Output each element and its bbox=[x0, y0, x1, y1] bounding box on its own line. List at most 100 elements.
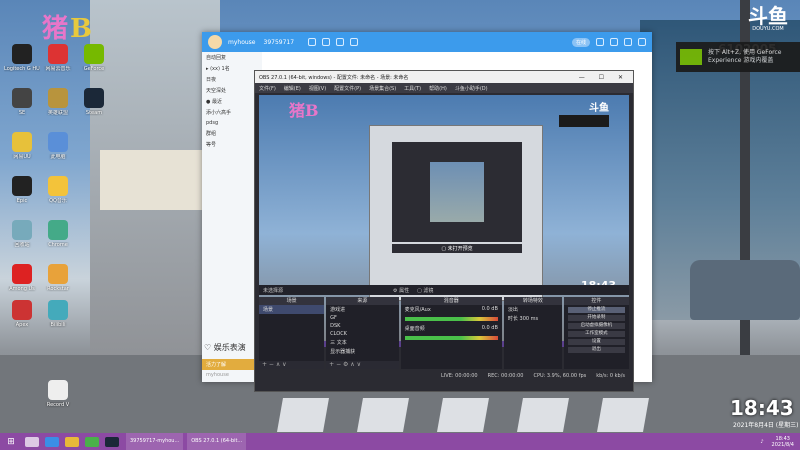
desktop-icon[interactable]: 回收站 bbox=[4, 220, 40, 248]
edge-icon[interactable] bbox=[45, 436, 59, 447]
desktop-icon[interactable]: Steam bbox=[76, 88, 112, 116]
obs-menu-item[interactable]: 编辑(E) bbox=[284, 85, 301, 92]
start-button[interactable]: ⊞ bbox=[0, 437, 22, 447]
sources-item[interactable]: 游戏进 bbox=[326, 305, 398, 314]
desktop-icon[interactable]: Epic bbox=[4, 176, 40, 204]
volume-meter[interactable] bbox=[404, 317, 498, 321]
obs-window[interactable]: OBS 27.0.1 (64-bit, windows) - 配置文件: 未命名… bbox=[254, 70, 634, 392]
chat-sidebar-item[interactable]: 天空深处 bbox=[202, 85, 262, 96]
desktop-icon[interactable]: Rockstar bbox=[40, 264, 76, 292]
filters-button[interactable]: ▢ 滤镜 bbox=[417, 287, 433, 294]
sources-footer-buttons[interactable]: + − ⚙ ∧ ∨ bbox=[326, 361, 399, 369]
chat-sidebar-item[interactable]: 自动回复 bbox=[202, 52, 262, 63]
desktop-icon-label: GeForce bbox=[83, 66, 105, 72]
control-button[interactable]: 设置 bbox=[567, 339, 625, 345]
sources-dock: 来源 游戏进 GF DSK CLOCK 三 文本 显示器捕获 + − ⚙ ∧ ∨ bbox=[326, 297, 399, 369]
tray-clock[interactable]: 18:43 2021/8/4 bbox=[772, 436, 794, 448]
app-icon bbox=[12, 44, 32, 64]
control-button[interactable]: 停止推流 bbox=[567, 307, 625, 313]
desktop-icon[interactable]: 此电脑 bbox=[40, 132, 76, 160]
desktop-icon[interactable]: 英雄联盟 bbox=[40, 88, 76, 116]
sources-item[interactable]: 显示器捕获 bbox=[326, 347, 398, 356]
emoji-button[interactable]: ♡ 娱乐表演 bbox=[202, 340, 262, 355]
desktop-icon[interactable]: Chrome bbox=[40, 220, 76, 248]
obs-menu-item[interactable]: 文件(F) bbox=[259, 85, 276, 92]
preview-logo: 猪B bbox=[289, 101, 319, 120]
video-icon[interactable] bbox=[322, 38, 331, 46]
background-store-sign bbox=[100, 150, 210, 210]
more-icon[interactable] bbox=[610, 38, 618, 46]
app-icon bbox=[48, 264, 68, 284]
desktop-icon-label: 网易云音乐 bbox=[45, 66, 71, 72]
desktop-icon-label: QQ音乐 bbox=[49, 198, 67, 204]
transition-type-select[interactable]: 淡出 bbox=[504, 305, 562, 314]
control-button[interactable]: 工作室模式 bbox=[567, 331, 625, 337]
desktop-clock: 18:43 bbox=[730, 396, 794, 420]
chrome-icon[interactable] bbox=[85, 436, 99, 447]
desktop-icon[interactable]: 网易云音乐 bbox=[40, 44, 76, 72]
desktop-icon[interactable]: Record V bbox=[40, 380, 76, 408]
desktop-icon[interactable]: Among Us bbox=[4, 264, 40, 292]
window-controls[interactable]: — ☐ ✕ bbox=[579, 74, 629, 81]
scenes-footer-buttons[interactable]: + − ∧ ∨ bbox=[259, 361, 325, 369]
obs-menu-item[interactable]: 配置文件(P) bbox=[334, 85, 361, 92]
folder-icon[interactable] bbox=[65, 436, 79, 447]
properties-button[interactable]: ⚙ 属性 bbox=[393, 287, 409, 294]
volume-icon[interactable]: ♪ bbox=[760, 439, 763, 445]
desktop-icon-label: 英雄联盟 bbox=[47, 110, 68, 116]
avatar[interactable] bbox=[208, 35, 222, 49]
obs-menu-item[interactable]: 斗鱼小助手(D) bbox=[455, 85, 488, 92]
search-icon[interactable] bbox=[25, 436, 39, 447]
activity-banner[interactable]: 活力了解 bbox=[202, 359, 262, 370]
steam-icon[interactable] bbox=[105, 436, 119, 447]
obs-menu-item[interactable]: 视图(V) bbox=[309, 85, 326, 92]
sources-item[interactable]: DSK bbox=[326, 322, 398, 330]
chat-sidebar: 自动回复 ▸ (xx) 1名 日夜 天空深处 ● 最近 添小六高手 pdsg 群组 等号 bbox=[202, 52, 262, 382]
chat-sidebar-item[interactable]: ▸ (xx) 1名 bbox=[202, 63, 262, 74]
obs-menu-item[interactable]: 帮助(H) bbox=[429, 85, 447, 92]
scenes-item[interactable]: 场景 bbox=[259, 305, 325, 314]
desktop-icon[interactable]: QQ音乐 bbox=[40, 176, 76, 204]
desktop-icon-label: Steam bbox=[85, 110, 103, 116]
preview-nested-window: ▢ 未打开预览 bbox=[369, 125, 543, 301]
chat-sidebar-item[interactable]: pdsg bbox=[202, 118, 262, 128]
obs-title: OBS 27.0.1 (64-bit, windows) - 配置文件: 未命名… bbox=[259, 74, 409, 81]
desktop-icon[interactable]: Apex bbox=[4, 300, 40, 328]
desktop-icon-label: Record V bbox=[46, 402, 70, 408]
control-button[interactable]: 退出 bbox=[567, 347, 625, 353]
desktop-icon[interactable]: Bilibili bbox=[40, 300, 76, 328]
desktop-icon[interactable]: 网易UU bbox=[4, 132, 40, 160]
taskbar-app-obs[interactable]: OBS 27.0.1 (64-bit... bbox=[187, 433, 247, 450]
volume-meter[interactable] bbox=[404, 336, 498, 340]
chat-sidebar-item[interactable]: 添小六高手 bbox=[202, 107, 262, 118]
chat-sidebar-item[interactable]: 等号 bbox=[202, 139, 262, 150]
app-icon bbox=[48, 300, 68, 320]
chat-sidebar-item[interactable]: ● 最近 bbox=[202, 96, 262, 107]
source-toolbar: 未选择源 ⚙ 属性 ▢ 滤镜 bbox=[259, 285, 629, 295]
gift-icon[interactable] bbox=[596, 38, 604, 46]
location-icon[interactable] bbox=[350, 38, 359, 46]
sources-item[interactable]: GF bbox=[326, 314, 398, 322]
sources-item[interactable]: 三 文本 bbox=[326, 338, 398, 347]
minimize-icon[interactable] bbox=[624, 38, 632, 46]
sources-item[interactable]: CLOCK bbox=[326, 330, 398, 338]
transition-duration-input[interactable]: 300 ms bbox=[520, 316, 539, 322]
chat-sidebar-item[interactable]: 日夜 bbox=[202, 74, 262, 85]
phone-icon[interactable] bbox=[308, 38, 317, 46]
control-button[interactable]: 启动虚拟摄像机 bbox=[567, 323, 625, 329]
chat-input-area: ♡ 娱乐表演 活力了解 myhouse bbox=[202, 340, 262, 382]
obs-menu-item[interactable]: 场景集合(S) bbox=[369, 85, 396, 92]
chat-sidebar-item[interactable]: 群组 bbox=[202, 128, 262, 139]
desktop-icon[interactable]: SE bbox=[4, 88, 40, 116]
close-icon[interactable] bbox=[638, 38, 646, 46]
scenes-dock: 场景 场景 + − ∧ ∨ bbox=[259, 297, 325, 369]
obs-menu-item[interactable]: 工具(T) bbox=[404, 85, 421, 92]
taskbar-app-chat[interactable]: 39759717-myhou... bbox=[126, 433, 184, 450]
desktop-icon[interactable]: Logitech G HUB bbox=[4, 44, 40, 72]
transitions-dock: 转场特效 淡出 时长 300 ms bbox=[503, 297, 562, 369]
app-icon bbox=[48, 44, 68, 64]
share-screen-icon[interactable] bbox=[336, 38, 345, 46]
control-button[interactable]: 开始录制 bbox=[567, 315, 625, 321]
desktop-icon[interactable]: GeForce bbox=[76, 44, 112, 72]
geforce-overlay-toast[interactable]: 按下 Alt+Z, 使用 GeForce Experience 游戏内覆盖 bbox=[676, 42, 800, 72]
